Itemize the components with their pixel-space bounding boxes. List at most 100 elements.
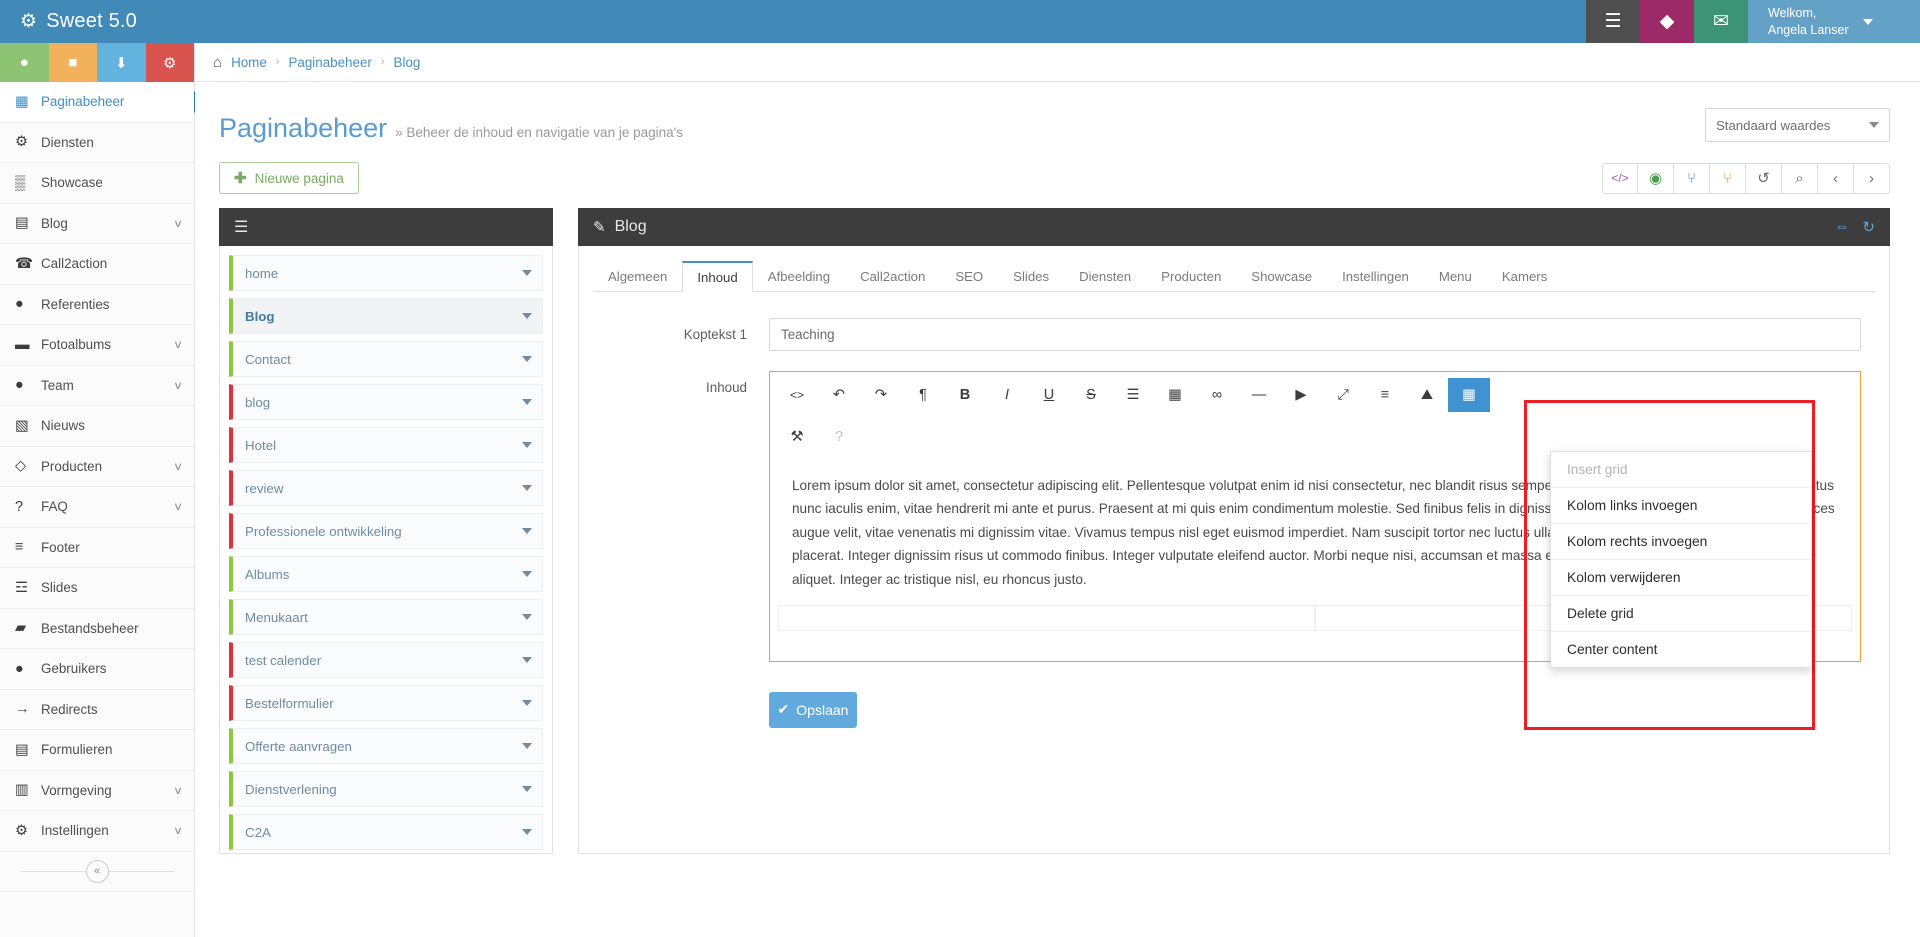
page-list-item[interactable]: Dienstverlening <box>229 771 543 807</box>
server-icon-button[interactable]: ☰ <box>1586 0 1640 43</box>
sidebar-item-bestandsbeheer[interactable]: ▰ Bestandsbeheer <box>0 608 194 649</box>
horizontal-rule-icon[interactable]: — <box>1238 378 1280 412</box>
tab-instellingen[interactable]: Instellingen <box>1327 261 1424 291</box>
new-page-button[interactable]: ✚ Nieuwe pagina <box>219 162 359 194</box>
brand-logo[interactable]: ⚙ Sweet 5.0 <box>0 0 195 43</box>
user-menu[interactable]: Welkom, Angela Lanser <box>1748 0 1920 43</box>
history-button[interactable]: ↺ <box>1746 162 1782 194</box>
tab-slides[interactable]: Slides <box>998 261 1064 291</box>
grid-dropdown-item[interactable]: Kolom links invoegen <box>1551 488 1811 524</box>
chevron-down-icon[interactable] <box>522 528 532 534</box>
grid-cell-left[interactable] <box>778 604 1315 631</box>
sidebar-item-referenties[interactable]: ● Referenties <box>0 284 194 325</box>
chevron-down-icon[interactable] <box>522 485 532 491</box>
sidebar-item-nieuws[interactable]: ▧ Nieuws <box>0 406 194 447</box>
refresh-icon[interactable]: ↻ <box>1862 218 1875 236</box>
page-list-item[interactable]: Albums <box>229 556 543 592</box>
paragraph-icon[interactable]: ¶ <box>902 378 944 412</box>
next-page-button[interactable]: › <box>1854 162 1890 194</box>
page-list-item[interactable]: review <box>229 470 543 506</box>
grid-dropdown-item[interactable]: Kolom rechts invoegen <box>1551 524 1811 560</box>
page-list-item[interactable]: blog <box>229 384 543 420</box>
share-button[interactable]: ⑂ <box>1674 162 1710 194</box>
page-list-item[interactable]: Blog <box>229 298 543 334</box>
sitemap-button[interactable]: ⑂ <box>1710 162 1746 194</box>
user-quick-button[interactable]: ■ <box>48 43 97 82</box>
page-list-item[interactable]: Professionele ontwikkeling <box>229 513 543 549</box>
table-icon[interactable]: ▦ <box>1154 378 1196 412</box>
undo-icon[interactable]: ↶ <box>818 378 860 412</box>
standard-values-select[interactable]: Standaard waardes <box>1705 108 1890 142</box>
page-list-item[interactable]: Bestelformulier <box>229 685 543 721</box>
preview-eye-button[interactable]: ◉ <box>1638 162 1674 194</box>
chevron-down-icon[interactable] <box>522 614 532 620</box>
sidebar-item-formulieren[interactable]: ▤ Formulieren <box>0 730 194 771</box>
page-list-item[interactable]: Menukaart <box>229 599 543 635</box>
sidebar-item-producten[interactable]: ◇ Producten ∨ <box>0 446 194 487</box>
hamburger-icon[interactable]: ☰ <box>234 217 248 237</box>
sidebar-item-vormgeving[interactable]: ▥ Vormgeving ∨ <box>0 770 194 811</box>
sidebar-collapse-button[interactable]: « <box>85 859 109 883</box>
page-list-item[interactable]: home <box>229 255 543 291</box>
chevron-down-icon[interactable] <box>522 442 532 448</box>
grid-icon[interactable]: ▦ <box>1448 378 1490 412</box>
chevron-down-icon[interactable] <box>522 829 532 835</box>
sidebar-item-paginabeheer[interactable]: ▦ Paginabeheer <box>0 82 194 123</box>
bullet-list-icon[interactable]: ☰ <box>1112 378 1154 412</box>
tab-kamers[interactable]: Kamers <box>1487 261 1562 291</box>
grid-dropdown-item[interactable]: Kolom verwijderen <box>1551 560 1811 596</box>
help-icon[interactable]: ? <box>818 420 860 454</box>
gem-icon-button[interactable]: ◆ <box>1640 0 1694 43</box>
mail-icon-button[interactable]: ✉ <box>1694 0 1748 43</box>
chevron-down-icon[interactable] <box>522 700 532 706</box>
strikethrough-icon[interactable]: S <box>1070 378 1112 412</box>
settings-quick-button[interactable]: ⚙ <box>145 43 194 82</box>
grid-dropdown-item[interactable]: Delete grid <box>1551 596 1811 632</box>
save-button[interactable]: ✔ Opslaan <box>769 691 857 728</box>
tab-seo[interactable]: SEO <box>940 261 998 291</box>
search-button[interactable]: ⌕ <box>1782 162 1818 194</box>
prev-page-button[interactable]: ‹ <box>1818 162 1854 194</box>
chevron-down-icon[interactable] <box>522 571 532 577</box>
plugin-icon[interactable]: ⚒ <box>776 420 818 454</box>
page-list-item[interactable]: C2A <box>229 814 543 850</box>
video-icon[interactable]: ▶ <box>1280 378 1322 412</box>
chevron-down-icon[interactable] <box>522 743 532 749</box>
chevron-down-icon[interactable] <box>522 270 532 276</box>
grid-dropdown-item[interactable]: Center content <box>1551 632 1811 667</box>
align-icon[interactable]: ≡ <box>1364 378 1406 412</box>
chevron-down-icon[interactable] <box>522 657 532 663</box>
sidebar-item-instellingen[interactable]: ⚙ Instellingen ∨ <box>0 811 194 852</box>
link-icon[interactable]: ∞ <box>1196 378 1238 412</box>
breadcrumb-item-paginabeheer[interactable]: Paginabeheer <box>288 55 371 70</box>
underline-icon[interactable]: U <box>1028 378 1070 412</box>
tab-inhoud[interactable]: Inhoud <box>682 261 753 292</box>
location-quick-button[interactable]: ● <box>0 43 49 82</box>
tab-algemeen[interactable]: Algemeen <box>593 261 682 291</box>
breadcrumb-item-blog[interactable]: Blog <box>394 55 421 70</box>
sidebar-item-fotoalbums[interactable]: ▬ Fotoalbums ∨ <box>0 325 194 366</box>
sidebar-item-faq[interactable]: ? FAQ ∨ <box>0 487 194 528</box>
page-list-item[interactable]: test calender <box>229 642 543 678</box>
sidebar-item-footer[interactable]: ≡ Footer <box>0 527 194 568</box>
download-quick-button[interactable]: ⬇ <box>97 43 146 82</box>
koptekst-input[interactable]: Teaching <box>769 318 1861 351</box>
page-list-item[interactable]: Contact <box>229 341 543 377</box>
page-list-item[interactable]: Offerte aanvragen <box>229 728 543 764</box>
chevron-down-icon[interactable] <box>522 399 532 405</box>
chevron-down-icon[interactable] <box>522 356 532 362</box>
sidebar-item-redirects[interactable]: → Redirects <box>0 689 194 730</box>
tab-diensten[interactable]: Diensten <box>1064 261 1146 291</box>
sidebar-item-call2action[interactable]: ☎ Call2action <box>0 244 194 285</box>
sidebar-item-team[interactable]: ● Team ∨ <box>0 365 194 406</box>
breadcrumb-item-home[interactable]: Home <box>231 55 267 70</box>
source-code-icon[interactable]: <> <box>776 378 818 412</box>
page-list-item[interactable]: Hotel <box>229 427 543 463</box>
source-code-button[interactable]: </> <box>1602 162 1638 194</box>
tab-afbeelding[interactable]: Afbeelding <box>753 261 845 291</box>
sidebar-item-showcase[interactable]: ▒ Showcase <box>0 163 194 204</box>
chevron-down-icon[interactable] <box>522 786 532 792</box>
tab-showcase[interactable]: Showcase <box>1236 261 1327 291</box>
expand-icon[interactable]: ⇔ <box>1834 218 1849 236</box>
tab-call2action[interactable]: Call2action <box>845 261 940 291</box>
